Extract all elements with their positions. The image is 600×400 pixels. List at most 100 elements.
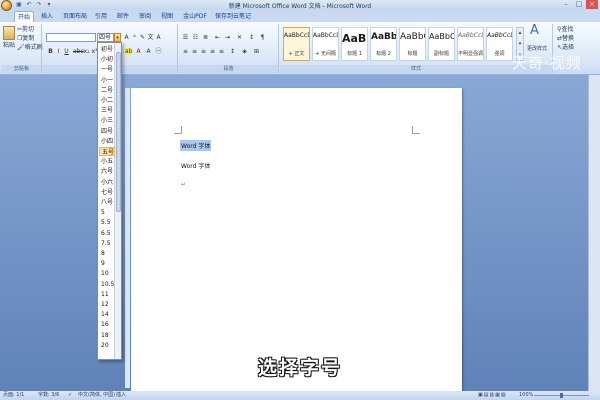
tab-mailings[interactable]: 邮件 [114, 11, 132, 22]
font-size-option[interactable]: 12 [99, 300, 115, 309]
font-size-option[interactable]: 八号 [99, 198, 115, 207]
dropdown-scrollbar[interactable] [114, 43, 121, 359]
font-size-option[interactable]: 5 [99, 208, 115, 217]
font-size-option[interactable]: 14 [99, 310, 115, 319]
vertical-scrollbar[interactable] [588, 75, 600, 391]
font-size-option[interactable]: 小一 [99, 76, 115, 85]
tab-home[interactable]: 开始 [14, 11, 34, 22]
line-spacing-icon[interactable]: ↕ [229, 48, 236, 55]
status-word-count[interactable]: 字数: 3/6 [38, 391, 59, 400]
find-button[interactable]: ⚲查找 [557, 26, 573, 34]
document-text-line[interactable]: Word 字体 [181, 161, 210, 170]
font-size-option[interactable]: 9 [99, 259, 115, 268]
font-size-option[interactable]: 16 [99, 320, 115, 329]
format-painter-button[interactable]: 🖌格式刷 [17, 44, 43, 52]
paste-icon[interactable] [3, 26, 15, 40]
borders-icon[interactable]: ⊞ [253, 48, 260, 55]
numbering-icon[interactable]: ☷ [192, 34, 199, 41]
status-page[interactable]: 页面: 1/1 [3, 391, 24, 400]
char-border-icon[interactable]: A [155, 34, 162, 41]
asian-layout-icon[interactable]: ✕ [236, 34, 243, 41]
font-size-option[interactable]: 小五 [99, 157, 115, 166]
tab-review[interactable]: 审阅 [136, 11, 154, 22]
font-size-option[interactable]: 5.5 [99, 218, 115, 227]
font-size-option[interactable]: 8 [99, 249, 115, 258]
align-right-icon[interactable]: ≡ [200, 48, 207, 55]
font-size-option[interactable]: 小六 [99, 178, 115, 187]
font-size-option[interactable]: 一号 [99, 65, 115, 74]
align-left-icon[interactable]: ≡ [182, 48, 189, 55]
char-shading-icon[interactable]: A [145, 48, 152, 55]
font-size-option[interactable]: 三号 [99, 106, 115, 115]
tab-references[interactable]: 引用 [92, 11, 110, 22]
style-heading-1[interactable]: AaBb 标题 1 [341, 27, 368, 61]
cut-button[interactable]: ✂剪切 [17, 26, 34, 34]
paste-button[interactable]: 粘贴 [3, 42, 15, 50]
font-name-input[interactable] [46, 33, 96, 42]
status-zoom[interactable]: 100% [519, 391, 533, 400]
font-size-option[interactable]: 20 [99, 341, 115, 350]
status-language[interactable]: 中文(简体, 中国) [78, 391, 115, 400]
tab-save-cloud-note[interactable]: 保存到云笔记 [212, 11, 254, 22]
font-size-option[interactable]: 六号 [99, 167, 115, 176]
change-styles-icon[interactable]: A [530, 24, 539, 37]
font-size-option[interactable]: 小二 [99, 96, 115, 105]
tab-kingsoft-pdf[interactable]: 金山PDF [180, 11, 210, 22]
font-size-dropdown-arrow[interactable]: ▾ [114, 33, 121, 42]
font-size-option[interactable]: 小初 [99, 55, 115, 64]
bullets-icon[interactable]: ☰ [182, 34, 189, 41]
style-title[interactable]: AaBbC 标题 [399, 27, 426, 61]
font-size-option[interactable]: 10 [99, 269, 115, 278]
highlight-icon[interactable]: ab [125, 48, 133, 55]
document-page[interactable]: Word 字体 Word 字体 ↵ [131, 88, 462, 391]
show-marks-icon[interactable]: ¶ [259, 34, 266, 41]
zoom-slider-thumb[interactable] [560, 393, 563, 398]
style-heading-2[interactable]: AaBbC 标题 2 [370, 27, 397, 61]
replace-button[interactable]: ⇄替换 [557, 35, 574, 43]
spellcheck-icon[interactable]: ✓ [68, 391, 72, 400]
font-size-option[interactable]: 五号 [99, 147, 115, 156]
font-size-option[interactable]: 初号 [99, 45, 115, 54]
grow-font-icon[interactable]: A [123, 34, 130, 41]
tab-page-layout[interactable]: 页面布局 [60, 11, 90, 22]
view-buttons-icon[interactable]: ▣▤▥▦▧ [478, 391, 507, 400]
minimize-icon[interactable]: – [560, 0, 572, 9]
status-insert-mode[interactable]: 插入 [116, 391, 126, 400]
style-no-spacing[interactable]: AaBbCcDd + 无间隔 [312, 27, 339, 61]
enclose-char-icon[interactable]: ㊀ [155, 48, 162, 55]
font-size-option[interactable]: 小四 [99, 137, 115, 146]
subscript-icon[interactable]: x₂ [83, 48, 90, 55]
distributed-icon[interactable]: ≡ [218, 48, 225, 55]
font-size-option[interactable]: 6.5 [99, 229, 115, 238]
font-size-option[interactable]: 18 [99, 331, 115, 340]
style-emphasis[interactable]: AaBbCcDd 强调 [486, 27, 513, 61]
select-button[interactable]: ↖选择 [557, 44, 574, 52]
bold-icon[interactable]: B [47, 48, 54, 55]
style-subtle-emphasis[interactable]: AaBbCcDd 不明显强调 [457, 27, 484, 61]
multilevel-list-icon[interactable]: ≣ [202, 34, 209, 41]
font-size-option[interactable]: 7.5 [99, 239, 115, 248]
shading-icon[interactable]: ◈ [241, 48, 248, 55]
sort-icon[interactable]: ↕ [248, 34, 255, 41]
maximize-icon[interactable]: □ [573, 0, 585, 9]
dropdown-scroll-thumb[interactable] [116, 52, 121, 212]
tab-insert[interactable]: 插入 [38, 11, 56, 22]
font-size-option[interactable]: 二号 [99, 86, 115, 95]
clear-format-icon[interactable]: ✎ [139, 34, 146, 41]
copy-button[interactable]: ❐复制 [17, 35, 34, 43]
font-size-option[interactable]: 11 [99, 290, 115, 299]
style-normal[interactable]: AaBbCcDd + 正文 [283, 27, 310, 61]
font-size-option[interactable]: 小三 [99, 116, 115, 125]
font-size-option[interactable]: 七号 [99, 188, 115, 197]
close-icon[interactable]: × [586, 0, 598, 9]
increase-indent-icon[interactable]: ⇥ [224, 34, 231, 41]
justify-icon[interactable]: ≡ [209, 48, 216, 55]
office-button[interactable] [1, 0, 12, 11]
decrease-indent-icon[interactable]: ⇤ [214, 34, 221, 41]
shrink-font-icon[interactable]: ᴬ [131, 34, 138, 41]
strikethrough-icon[interactable]: abc [73, 48, 84, 55]
align-center-icon[interactable]: ≡ [191, 48, 198, 55]
font-size-input[interactable]: 四号 [97, 33, 114, 42]
font-size-option[interactable]: 四号 [99, 127, 115, 136]
style-subtitle[interactable]: AaBbC 副标题 [428, 27, 455, 61]
